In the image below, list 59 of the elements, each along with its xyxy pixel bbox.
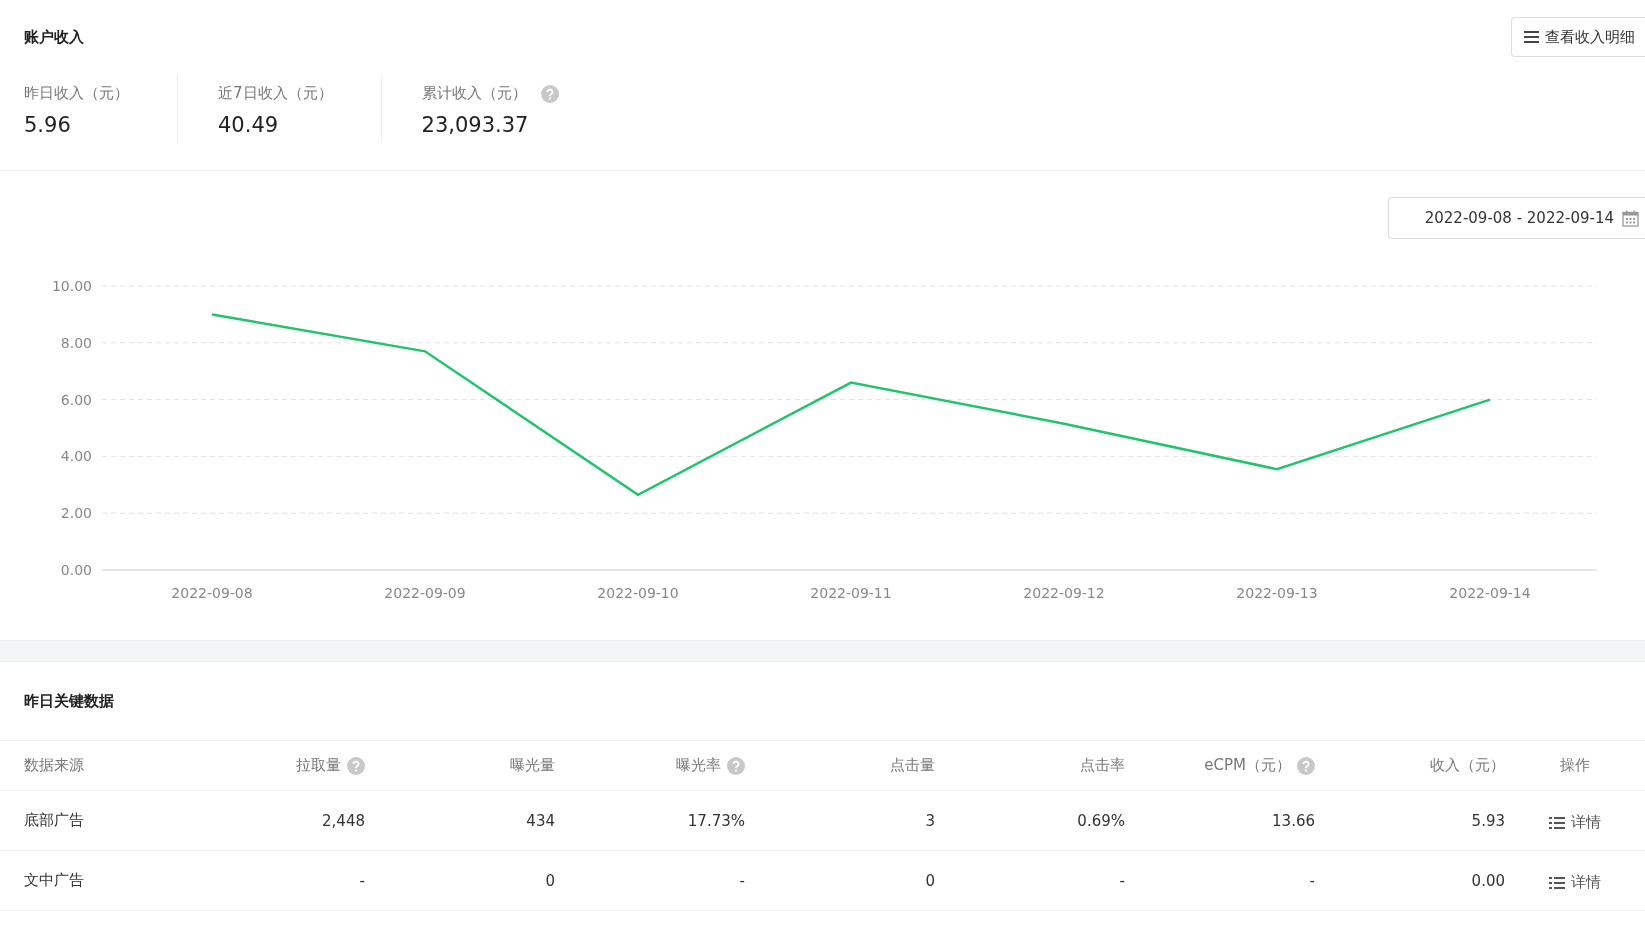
x-tick-label: 2022-09-13 xyxy=(1236,585,1318,601)
table-cell: 13.66 xyxy=(1272,811,1315,830)
table-cell: 0.00 xyxy=(1471,871,1505,890)
date-range-field[interactable]: 2022-09-08 - 2022-09-14 xyxy=(1387,197,1645,239)
help-icon[interactable] xyxy=(1297,756,1315,775)
table-cell: 5.93 xyxy=(1471,811,1505,830)
y-tick-label: 4.00 xyxy=(60,448,92,465)
x-tick-label: 2022-09-14 xyxy=(1449,585,1531,601)
calendar-icon xyxy=(1622,209,1639,227)
y-tick-label: 0.00 xyxy=(60,562,92,578)
table-cell: - xyxy=(1119,871,1125,890)
stat-label: 昨日收入（元） xyxy=(24,84,129,103)
stat-value: 23,093.37 xyxy=(421,113,530,137)
date-range-text: 2022-09-08 - 2022-09-14 xyxy=(1424,209,1614,227)
table-cell: - xyxy=(1309,871,1315,890)
list-icon xyxy=(1549,815,1565,830)
detail-button[interactable]: 详情 xyxy=(1549,809,1601,832)
y-tick-label: 10.00 xyxy=(51,278,92,294)
column-header: 点击量 xyxy=(890,756,935,775)
table-cell: 0 xyxy=(545,871,555,890)
list-icon xyxy=(1549,875,1565,890)
table-cell: 底部广告 xyxy=(24,811,84,830)
column-header: 曝光率 xyxy=(676,756,721,775)
section-title: 昨日关键数据 xyxy=(24,691,114,711)
column-header: 点击率 xyxy=(1080,756,1125,775)
column-header: 数据来源 xyxy=(24,756,84,775)
x-tick-label: 2022-09-09 xyxy=(384,585,466,601)
table-cell: 文中广告 xyxy=(24,871,84,890)
table-cell: 0.69% xyxy=(1077,811,1125,830)
table-cell: 2,448 xyxy=(322,811,365,830)
column-header: 曝光量 xyxy=(510,756,555,775)
x-tick-label: 2022-09-10 xyxy=(597,585,679,601)
x-tick-label: 2022-09-11 xyxy=(810,585,892,601)
table-cell: 17.73% xyxy=(687,811,745,830)
section-title: 账户收入 xyxy=(24,27,84,47)
stat-label: 累计收入（元） xyxy=(421,84,527,103)
help-icon[interactable] xyxy=(540,84,559,103)
stat-label: 近7日收入（元） xyxy=(218,84,333,103)
column-header: eCPM（元） xyxy=(1204,756,1291,775)
y-tick-label: 6.00 xyxy=(60,391,92,408)
stat-value: 5.96 xyxy=(24,113,72,137)
x-tick-label: 2022-09-08 xyxy=(171,585,253,601)
x-tick-label: 2022-09-12 xyxy=(1023,585,1105,601)
stat-value: 40.49 xyxy=(218,113,280,137)
detail-button[interactable]: 详情 xyxy=(1549,869,1601,892)
table-cell: 0 xyxy=(925,871,935,890)
income-detail-button[interactable]: 查看收入明细 xyxy=(1511,17,1645,57)
help-icon[interactable] xyxy=(727,756,745,775)
table-cell: 3 xyxy=(925,811,935,830)
menu-icon xyxy=(1524,31,1539,43)
table-cell: - xyxy=(739,871,745,890)
y-tick-label: 8.00 xyxy=(60,334,92,351)
column-header: 操作 xyxy=(1560,756,1590,775)
table-cell: - xyxy=(359,871,365,890)
table-cell: 434 xyxy=(526,811,555,830)
help-icon[interactable] xyxy=(347,756,365,775)
column-header: 收入（元） xyxy=(1430,756,1505,775)
column-header: 拉取量 xyxy=(296,756,341,775)
y-tick-label: 2.00 xyxy=(60,505,92,522)
